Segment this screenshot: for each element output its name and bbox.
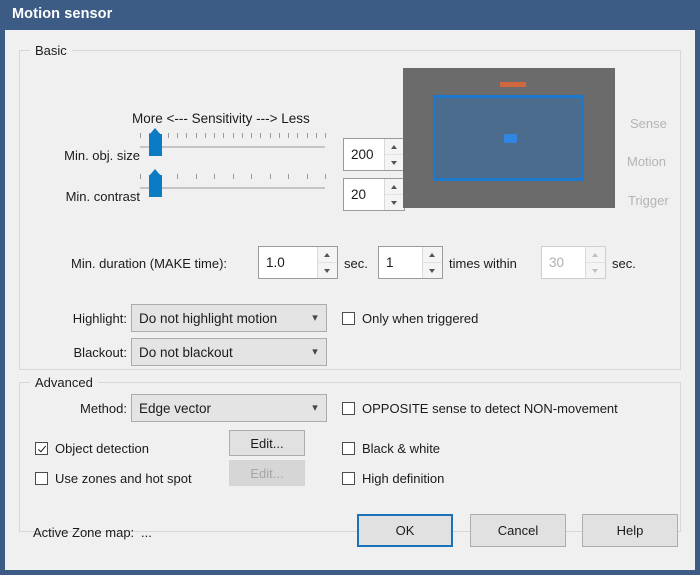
object-detection-label: Object detection bbox=[55, 441, 149, 456]
motion-sensor-dialog: Motion sensor Basic More <--- Sensitivit… bbox=[0, 0, 700, 575]
spin-up-icon[interactable] bbox=[385, 179, 404, 195]
advanced-group-label: Advanced bbox=[30, 375, 98, 390]
chevron-down-icon: ▾ bbox=[312, 345, 318, 358]
object-detection-checkbox[interactable]: Object detection bbox=[35, 441, 149, 456]
motion-preview-panel[interactable] bbox=[403, 68, 615, 208]
spin-down-icon[interactable] bbox=[423, 263, 442, 278]
checkbox-box[interactable] bbox=[342, 472, 355, 485]
ok-button[interactable]: OK bbox=[357, 514, 453, 547]
min-contrast-spin-buttons[interactable] bbox=[384, 179, 404, 210]
sensitivity-caption: More <--- Sensitivity ---> Less bbox=[132, 111, 310, 126]
method-combobox[interactable]: Edge vector ▾ bbox=[131, 394, 327, 422]
help-button[interactable]: Help bbox=[582, 514, 678, 547]
spin-up-icon[interactable] bbox=[423, 247, 442, 263]
checkbox-box[interactable] bbox=[342, 442, 355, 455]
checkbox-box[interactable] bbox=[342, 312, 355, 325]
spin-down-icon[interactable] bbox=[385, 155, 404, 170]
spin-down-icon[interactable] bbox=[318, 263, 337, 278]
min-contrast-spinner[interactable]: 20 bbox=[343, 178, 405, 211]
min-duration-value[interactable]: 1.0 bbox=[259, 247, 317, 278]
min-obj-size-spin-buttons[interactable] bbox=[384, 139, 404, 170]
use-zones-edit-button: Edit... bbox=[229, 460, 305, 486]
spin-down-icon[interactable] bbox=[385, 195, 404, 210]
chevron-down-icon: ▾ bbox=[312, 311, 318, 324]
min-contrast-label: Min. contrast bbox=[65, 189, 140, 204]
preview-status-sense: Sense bbox=[630, 116, 667, 131]
active-zone-map-label: Active Zone map: bbox=[33, 525, 135, 540]
within-seconds-spinner[interactable]: 30 bbox=[541, 246, 606, 279]
method-label: Method: bbox=[80, 401, 127, 416]
only-when-triggered-label: Only when triggered bbox=[362, 311, 479, 326]
slider-ticks bbox=[140, 133, 326, 138]
active-zone-map-value: ... bbox=[141, 525, 152, 540]
black-and-white-checkbox[interactable]: Black & white bbox=[342, 441, 440, 456]
slider-thumb[interactable] bbox=[148, 128, 162, 156]
basic-group-label: Basic bbox=[30, 43, 72, 58]
min-duration-unit-label: sec. bbox=[344, 256, 368, 271]
cancel-button-label: Cancel bbox=[497, 523, 539, 538]
blackout-label: Blackout: bbox=[73, 345, 127, 360]
use-zones-edit-label: Edit... bbox=[250, 465, 284, 481]
use-zones-label: Use zones and hot spot bbox=[55, 471, 192, 486]
ok-button-label: OK bbox=[395, 523, 415, 538]
min-obj-size-slider[interactable] bbox=[140, 128, 326, 157]
slider-ticks bbox=[140, 174, 326, 179]
preview-status-motion: Motion bbox=[627, 154, 667, 169]
within-seconds-spin-buttons[interactable] bbox=[585, 247, 605, 278]
high-definition-label: High definition bbox=[362, 471, 445, 486]
black-and-white-label: Black & white bbox=[362, 441, 441, 456]
highlight-label: Highlight: bbox=[72, 311, 127, 326]
slider-thumb[interactable] bbox=[148, 169, 162, 197]
opposite-sense-label: OPPOSITE sense to detect NON-movement bbox=[362, 401, 618, 416]
times-spin-buttons[interactable] bbox=[422, 247, 442, 278]
min-obj-size-spinner[interactable]: 200 bbox=[343, 138, 405, 171]
object-detection-edit-label: Edit... bbox=[250, 435, 284, 451]
preview-status-trigger: Trigger bbox=[628, 193, 669, 208]
highlight-combobox[interactable]: Do not highlight motion ▾ bbox=[131, 304, 327, 332]
blackout-value: Do not blackout bbox=[139, 344, 233, 360]
min-contrast-value[interactable]: 20 bbox=[344, 179, 384, 210]
blackout-combobox[interactable]: Do not blackout ▾ bbox=[131, 338, 327, 366]
chevron-down-icon: ▾ bbox=[312, 401, 318, 414]
times-within-label: times within bbox=[449, 256, 517, 271]
min-contrast-slider[interactable] bbox=[140, 169, 326, 198]
object-detection-edit-button[interactable]: Edit... bbox=[229, 430, 305, 456]
dialog-client-area: Basic More <--- Sensitivity ---> Less Mi… bbox=[5, 30, 695, 570]
high-definition-checkbox[interactable]: High definition bbox=[342, 471, 444, 486]
checkbox-box[interactable] bbox=[35, 442, 48, 455]
spin-up-icon[interactable] bbox=[586, 247, 605, 263]
min-obj-size-label: Min. obj. size bbox=[64, 148, 140, 163]
highlight-value: Do not highlight motion bbox=[139, 310, 278, 326]
titlebar: Motion sensor bbox=[0, 0, 700, 30]
times-value[interactable]: 1 bbox=[379, 247, 422, 278]
help-button-label: Help bbox=[616, 523, 644, 538]
slider-track bbox=[140, 146, 325, 148]
method-value: Edge vector bbox=[139, 400, 212, 416]
times-spinner[interactable]: 1 bbox=[378, 246, 443, 279]
min-duration-spinner[interactable]: 1.0 bbox=[258, 246, 338, 279]
min-duration-label: Min. duration (MAKE time): bbox=[71, 256, 228, 271]
only-when-triggered-checkbox[interactable]: Only when triggered bbox=[342, 311, 478, 326]
opposite-sense-checkbox[interactable]: OPPOSITE sense to detect NON-movement bbox=[342, 401, 618, 416]
within-unit-label: sec. bbox=[612, 256, 636, 271]
use-zones-checkbox[interactable]: Use zones and hot spot bbox=[35, 471, 192, 486]
min-duration-spin-buttons[interactable] bbox=[317, 247, 337, 278]
trigger-marker-icon bbox=[500, 82, 526, 87]
min-obj-size-value[interactable]: 200 bbox=[344, 139, 384, 170]
slider-track bbox=[140, 187, 325, 189]
spin-up-icon[interactable] bbox=[385, 139, 404, 155]
window-title: Motion sensor bbox=[12, 6, 113, 22]
spin-down-icon[interactable] bbox=[586, 263, 605, 278]
within-seconds-value[interactable]: 30 bbox=[542, 247, 585, 278]
spin-up-icon[interactable] bbox=[318, 247, 337, 263]
detected-object-marker bbox=[504, 134, 517, 143]
checkbox-box[interactable] bbox=[342, 402, 355, 415]
cancel-button[interactable]: Cancel bbox=[470, 514, 566, 547]
checkbox-box[interactable] bbox=[35, 472, 48, 485]
